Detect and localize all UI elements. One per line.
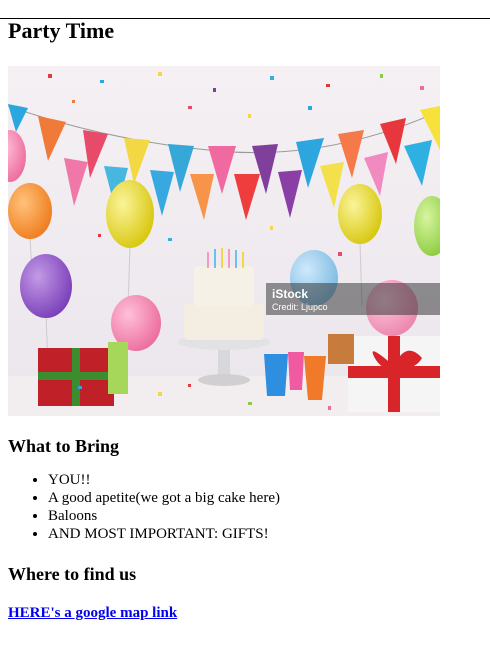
list-item: A good apetite(we got a big cake here): [48, 489, 482, 507]
photo-credit: Credit: Ljupco: [272, 302, 328, 312]
bring-list: YOU!! A good apetite(we got a big cake h…: [8, 471, 482, 543]
top-border: [0, 18, 490, 19]
page-content: Party Time iStock Credit: Ljupco What to…: [0, 18, 490, 622]
list-item: YOU!!: [48, 471, 482, 489]
bring-heading: What to Bring: [8, 436, 120, 456]
list-item: Baloons: [48, 507, 482, 525]
list-item: AND MOST IMPORTANT: GIFTS!: [48, 525, 482, 543]
map-link[interactable]: HERE's a google map link: [8, 605, 177, 622]
photo-watermark: iStock: [272, 287, 308, 301]
location-heading: Where to find us: [8, 564, 137, 584]
page-title: Party Time: [8, 18, 115, 43]
party-photo: iStock Credit: Ljupco: [8, 66, 440, 416]
